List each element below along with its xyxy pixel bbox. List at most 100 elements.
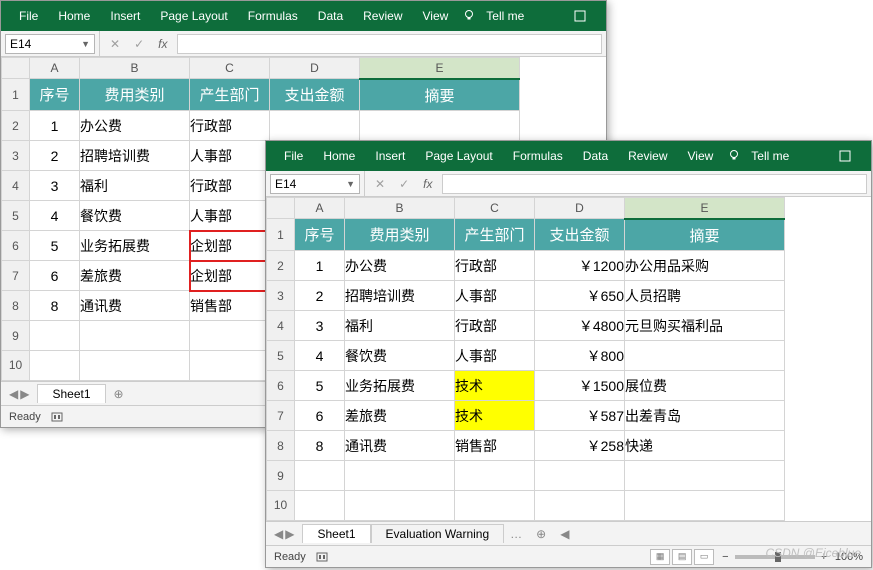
row-header-1[interactable]: 1 <box>267 219 295 251</box>
cell[interactable] <box>80 321 190 351</box>
cell[interactable] <box>295 461 345 491</box>
cell[interactable]: 办公费 <box>345 251 455 281</box>
cell[interactable]: 销售部 <box>455 431 535 461</box>
select-all-corner[interactable] <box>267 198 295 219</box>
row-header-8[interactable]: 8 <box>2 291 30 321</box>
row-header-3[interactable]: 3 <box>2 141 30 171</box>
zoom-out-icon[interactable]: − <box>722 551 728 563</box>
cell[interactable] <box>345 490 455 520</box>
cell[interactable]: 5 <box>295 371 345 401</box>
cell[interactable]: 1 <box>30 111 80 141</box>
cell[interactable]: 招聘培训费 <box>345 281 455 311</box>
menu-view[interactable]: View <box>413 9 459 23</box>
menu-home[interactable]: Home <box>48 9 100 23</box>
cell[interactable] <box>30 350 80 380</box>
cell[interactable]: ￥1500 <box>535 371 625 401</box>
header-cell-E[interactable]: 摘要 <box>625 219 785 251</box>
cell[interactable]: 办公费 <box>80 111 190 141</box>
tab-scroll-prev-icon[interactable]: ◀ <box>554 527 575 541</box>
row-header-5[interactable]: 5 <box>267 341 295 371</box>
cell[interactable] <box>535 490 625 520</box>
tell-me[interactable]: Tell me <box>476 9 534 23</box>
cell[interactable]: 销售部 <box>190 291 270 321</box>
cell[interactable] <box>625 461 785 491</box>
row-header-3[interactable]: 3 <box>267 281 295 311</box>
cell[interactable] <box>295 490 345 520</box>
menu-review[interactable]: Review <box>353 9 412 23</box>
cell[interactable]: 福利 <box>345 311 455 341</box>
header-cell-C[interactable]: 产生部门 <box>455 219 535 251</box>
cell[interactable]: 招聘培训费 <box>80 141 190 171</box>
row-header-2[interactable]: 2 <box>2 111 30 141</box>
cell[interactable]: 餐饮费 <box>80 201 190 231</box>
cell[interactable]: 行政部 <box>455 311 535 341</box>
cell[interactable]: 1 <box>295 251 345 281</box>
tab-add-icon[interactable]: ⊕ <box>528 527 554 541</box>
header-cell-C[interactable]: 产生部门 <box>190 79 270 111</box>
cell[interactable]: 行政部 <box>455 251 535 281</box>
cell[interactable]: 技术 <box>455 401 535 431</box>
cell[interactable]: 福利 <box>80 171 190 201</box>
menu-data[interactable]: Data <box>573 149 618 163</box>
fx-icon[interactable]: fx <box>158 37 167 51</box>
cell[interactable] <box>625 341 785 371</box>
col-header-E[interactable]: E <box>360 58 520 79</box>
row-header-4[interactable]: 4 <box>2 171 30 201</box>
cell[interactable]: 2 <box>295 281 345 311</box>
row-header-1[interactable]: 1 <box>2 79 30 111</box>
menu-formulas[interactable]: Formulas <box>238 9 308 23</box>
col-header-C[interactable]: C <box>455 198 535 219</box>
row-header-6[interactable]: 6 <box>2 231 30 261</box>
tab-prev-icon[interactable]: ◀ <box>274 527 283 541</box>
cell[interactable]: 人事部 <box>455 281 535 311</box>
tab-evaluation[interactable]: Evaluation Warning <box>371 524 505 543</box>
row-header-10[interactable]: 10 <box>267 490 295 520</box>
view-pagelayout-icon[interactable]: ▤ <box>672 549 692 565</box>
cancel-icon[interactable]: ✕ <box>375 177 385 191</box>
menu-insert[interactable]: Insert <box>365 149 415 163</box>
cell[interactable]: ￥587 <box>535 401 625 431</box>
cell[interactable]: ￥650 <box>535 281 625 311</box>
cell[interactable]: 6 <box>30 261 80 291</box>
cell[interactable]: 元旦购买福利品 <box>625 311 785 341</box>
macro-icon[interactable] <box>316 551 328 563</box>
cell[interactable] <box>270 111 360 141</box>
expand-icon[interactable] <box>839 150 863 162</box>
menu-pagelayout[interactable]: Page Layout <box>150 9 237 23</box>
select-all-corner[interactable] <box>2 58 30 79</box>
cell[interactable] <box>625 490 785 520</box>
cancel-icon[interactable]: ✕ <box>110 37 120 51</box>
row-header-10[interactable]: 10 <box>2 350 30 380</box>
cell[interactable]: 差旅费 <box>345 401 455 431</box>
cell[interactable]: 行政部 <box>190 171 270 201</box>
header-cell-A[interactable]: 序号 <box>295 219 345 251</box>
col-header-B[interactable]: B <box>345 198 455 219</box>
col-header-D[interactable]: D <box>270 58 360 79</box>
cell[interactable] <box>360 111 520 141</box>
cell[interactable]: 3 <box>30 171 80 201</box>
cell[interactable]: 人事部 <box>190 201 270 231</box>
menu-view[interactable]: View <box>678 149 724 163</box>
menu-review[interactable]: Review <box>618 149 677 163</box>
header-cell-B[interactable]: 费用类别 <box>80 79 190 111</box>
row-header-8[interactable]: 8 <box>267 431 295 461</box>
col-header-D[interactable]: D <box>535 198 625 219</box>
view-pagebreak-icon[interactable]: ▭ <box>694 549 714 565</box>
tab-next-icon[interactable]: ▶ <box>20 387 29 401</box>
cell[interactable]: 企划部 <box>190 261 270 291</box>
row-header-9[interactable]: 9 <box>2 321 30 351</box>
cell[interactable] <box>80 350 190 380</box>
cell[interactable]: 8 <box>295 431 345 461</box>
col-header-B[interactable]: B <box>80 58 190 79</box>
col-header-E[interactable]: E <box>625 198 785 219</box>
tell-me[interactable]: Tell me <box>741 149 799 163</box>
cell[interactable]: 3 <box>295 311 345 341</box>
zoom-slider[interactable] <box>735 555 815 559</box>
zoom-level[interactable]: 100% <box>827 551 863 563</box>
grid-area[interactable]: ABCDE1序号费用类别产生部门支出金额摘要21办公费行政部￥1200办公用品采… <box>266 197 871 521</box>
row-header-7[interactable]: 7 <box>2 261 30 291</box>
cell[interactable]: 差旅费 <box>80 261 190 291</box>
cell[interactable] <box>345 461 455 491</box>
menu-formulas[interactable]: Formulas <box>503 149 573 163</box>
tab-sheet1[interactable]: Sheet1 <box>37 384 105 403</box>
